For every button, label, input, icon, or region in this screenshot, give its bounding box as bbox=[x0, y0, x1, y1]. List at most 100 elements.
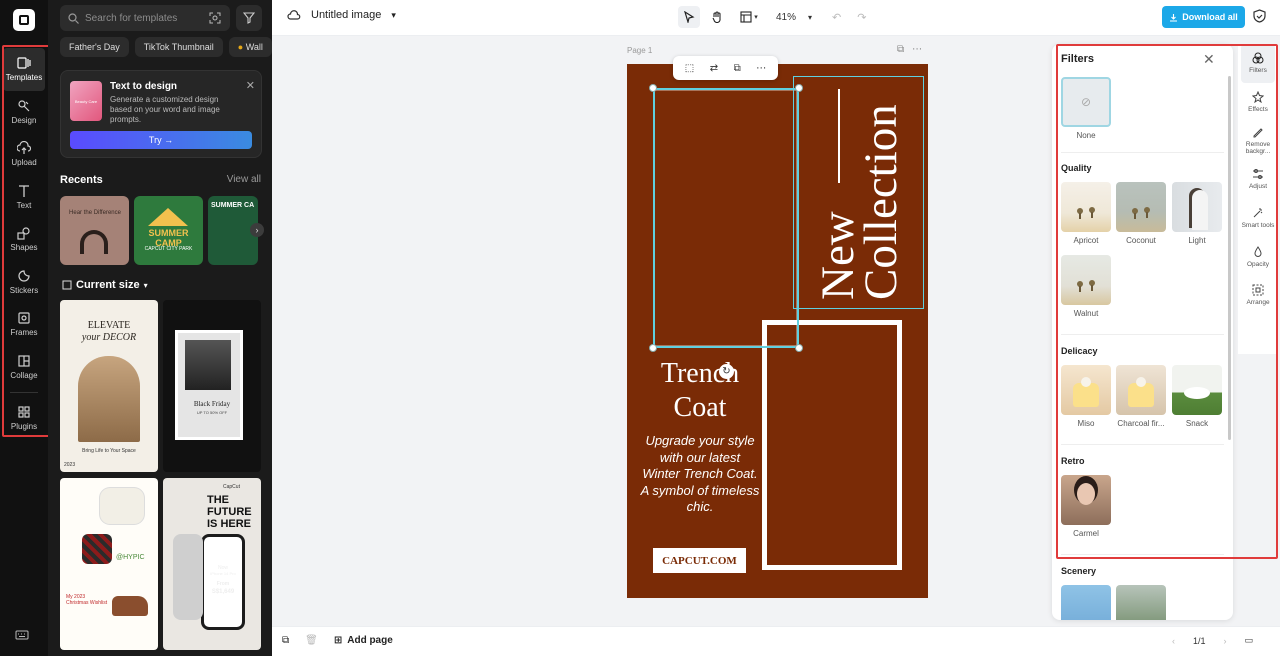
rail-divider bbox=[10, 392, 38, 393]
pages-panel-icon[interactable]: ▭ bbox=[1245, 635, 1254, 646]
body-copy-text[interactable]: Upgrade your style with our latest Winte… bbox=[640, 433, 760, 516]
rail-item-arrange[interactable]: Arrange bbox=[1238, 276, 1278, 315]
filter-none[interactable]: ⊘ None bbox=[1061, 77, 1111, 140]
resize-handle-tl[interactable] bbox=[649, 84, 657, 92]
filter-snack[interactable]: Snack bbox=[1172, 365, 1222, 428]
trash-icon[interactable]: 🗑 bbox=[305, 635, 318, 646]
photo-frame-top[interactable] bbox=[654, 90, 797, 346]
rail-item-stickers[interactable]: Stickers bbox=[0, 261, 48, 304]
filter-carmel[interactable]: Carmel bbox=[1061, 475, 1111, 538]
cta-text-box[interactable]: CAPCUT.COM bbox=[653, 548, 746, 573]
rail-item-remove-background[interactable]: Remove backgr... bbox=[1238, 121, 1278, 160]
rail-label-text: Text bbox=[16, 200, 32, 210]
filter-label: Walnut bbox=[1073, 309, 1099, 318]
copy-page-icon[interactable]: ⧉ bbox=[282, 635, 289, 646]
rail-item-templates[interactable]: Templates bbox=[3, 48, 45, 91]
hand-tool-button[interactable] bbox=[706, 6, 728, 28]
filter-label: Miso bbox=[1077, 419, 1095, 428]
rail-item-upload[interactable]: Upload bbox=[0, 133, 48, 176]
current-size-dropdown[interactable]: Current size ▾ bbox=[62, 279, 148, 291]
close-icon[interactable]: ✕ bbox=[246, 79, 255, 92]
resize-handle-tr[interactable] bbox=[795, 84, 803, 92]
rail-item-filters[interactable]: Filters bbox=[1241, 44, 1275, 83]
rail-label-stickers: Stickers bbox=[9, 285, 39, 295]
filter-coconut[interactable]: Coconut bbox=[1116, 182, 1166, 245]
rail-item-frames[interactable]: Frames bbox=[0, 303, 48, 346]
document-title[interactable]: Untitled image ▾ bbox=[287, 9, 396, 21]
rail-item-text[interactable]: Text bbox=[0, 176, 48, 219]
filter-charcoal[interactable]: Charcoal fir... bbox=[1116, 365, 1166, 428]
arrange-icon bbox=[1252, 284, 1264, 296]
recents-list: Hear the Difference SUMMER CAMP CAPCUT C… bbox=[60, 196, 258, 265]
filter-miso[interactable]: Miso bbox=[1061, 365, 1111, 428]
layout-tool-button[interactable]: ▾ bbox=[734, 6, 764, 28]
template-title-b: FUTURE bbox=[207, 506, 252, 518]
resize-handle-bl[interactable] bbox=[649, 344, 657, 352]
undo-icon[interactable]: ↶ bbox=[832, 11, 841, 24]
rail-item-shapes[interactable]: Shapes bbox=[0, 218, 48, 261]
download-all-button[interactable]: Download all bbox=[1162, 6, 1245, 28]
chip-tiktok-thumbnail[interactable]: TikTok Thumbnail bbox=[134, 37, 223, 57]
chip-wall[interactable]: ● Wall bbox=[228, 37, 272, 57]
cake-shape bbox=[1128, 377, 1154, 407]
new-collection-heading[interactable]: New Collection bbox=[812, 70, 907, 300]
template-caption: Bring Life to Your Space bbox=[82, 448, 136, 454]
rail-item-effects[interactable]: Effects bbox=[1238, 83, 1278, 122]
search-icon bbox=[68, 12, 79, 24]
view-all-link[interactable]: View all bbox=[227, 174, 261, 185]
duplicate-page-icon[interactable]: ⧉ bbox=[897, 44, 904, 55]
trunk-shape bbox=[1091, 285, 1093, 291]
section-divider bbox=[1061, 554, 1224, 555]
rail-item-design[interactable]: Design bbox=[0, 91, 48, 134]
rail-item-adjust[interactable]: Adjust bbox=[1238, 160, 1278, 199]
resize-handle-br[interactable] bbox=[795, 344, 803, 352]
filter-apricot[interactable]: Apricot bbox=[1061, 182, 1111, 245]
photo-frame-bottom[interactable] bbox=[762, 320, 902, 570]
chevron-left-icon[interactable]: ‹ bbox=[1172, 636, 1175, 646]
copy-icon[interactable]: ⧉ bbox=[734, 63, 741, 74]
close-icon[interactable]: ✕ bbox=[1203, 51, 1215, 68]
app-logo[interactable] bbox=[13, 9, 35, 31]
filter-walnut[interactable]: Walnut bbox=[1061, 255, 1111, 318]
search-input[interactable] bbox=[85, 12, 203, 24]
chevron-right-icon[interactable]: › bbox=[250, 223, 264, 237]
recent-item[interactable]: Hear the Difference bbox=[60, 196, 129, 265]
chip-fathers-day[interactable]: Father's Day bbox=[60, 37, 129, 57]
select-area-icon[interactable]: ⬚ bbox=[685, 63, 694, 74]
trunk-shape bbox=[1079, 286, 1081, 292]
rail-item-collage[interactable]: Collage bbox=[0, 346, 48, 389]
template-year: 2023 bbox=[64, 462, 76, 468]
template-card[interactable]: Black Friday UP TO 50% OFF bbox=[163, 300, 261, 472]
template-card[interactable]: @HYPIC My 2023 Christmas Wishlist bbox=[60, 478, 158, 650]
chevron-right-icon[interactable]: › bbox=[1224, 636, 1227, 646]
portrait-shape bbox=[1192, 190, 1208, 230]
image-search-icon[interactable] bbox=[209, 12, 221, 24]
template-title-a: ELEVATE bbox=[87, 320, 131, 331]
filter-light[interactable]: Light bbox=[1172, 182, 1222, 245]
template-card[interactable]: CapCut THE FUTURE IS HERE Now iPhone 14 … bbox=[163, 478, 261, 650]
recent-item[interactable]: SUMMER CAMP CAPCUT CITY PARK bbox=[134, 196, 203, 265]
design-icon bbox=[18, 100, 30, 112]
redo-icon[interactable]: ↷ bbox=[857, 11, 866, 24]
filter-scenery-1[interactable] bbox=[1061, 585, 1111, 620]
chevron-down-icon: ▾ bbox=[391, 9, 396, 20]
try-button[interactable]: Try → bbox=[70, 131, 252, 149]
rail-item-plugins[interactable]: Plugins bbox=[0, 397, 48, 440]
more-options-icon[interactable]: ⋯ bbox=[912, 44, 922, 55]
rail-item-opacity[interactable]: Opacity bbox=[1238, 237, 1278, 276]
select-tool-button[interactable] bbox=[678, 6, 700, 28]
filter-scenery-2[interactable] bbox=[1116, 585, 1166, 620]
replace-icon[interactable]: ⇄ bbox=[710, 63, 718, 74]
chevron-down-icon[interactable]: ▾ bbox=[808, 13, 812, 22]
template-card[interactable]: ELEVATE your DECOR Bring Life to Your Sp… bbox=[60, 300, 158, 472]
shield-icon[interactable] bbox=[1253, 9, 1266, 28]
more-options-icon[interactable]: ⋯ bbox=[756, 63, 766, 74]
zoom-level[interactable]: 41% bbox=[776, 12, 796, 23]
keyboard-icon[interactable] bbox=[15, 628, 29, 646]
scrollbar[interactable] bbox=[1228, 76, 1231, 440]
filter-button[interactable] bbox=[236, 5, 262, 31]
rail-item-smart-tools[interactable]: Smart tools bbox=[1238, 199, 1278, 238]
add-page-button[interactable]: ⊞ Add page bbox=[334, 635, 393, 646]
trench-coat-heading[interactable]: Trench Coat bbox=[640, 357, 760, 425]
rotate-icon[interactable]: ↻ bbox=[719, 364, 734, 379]
